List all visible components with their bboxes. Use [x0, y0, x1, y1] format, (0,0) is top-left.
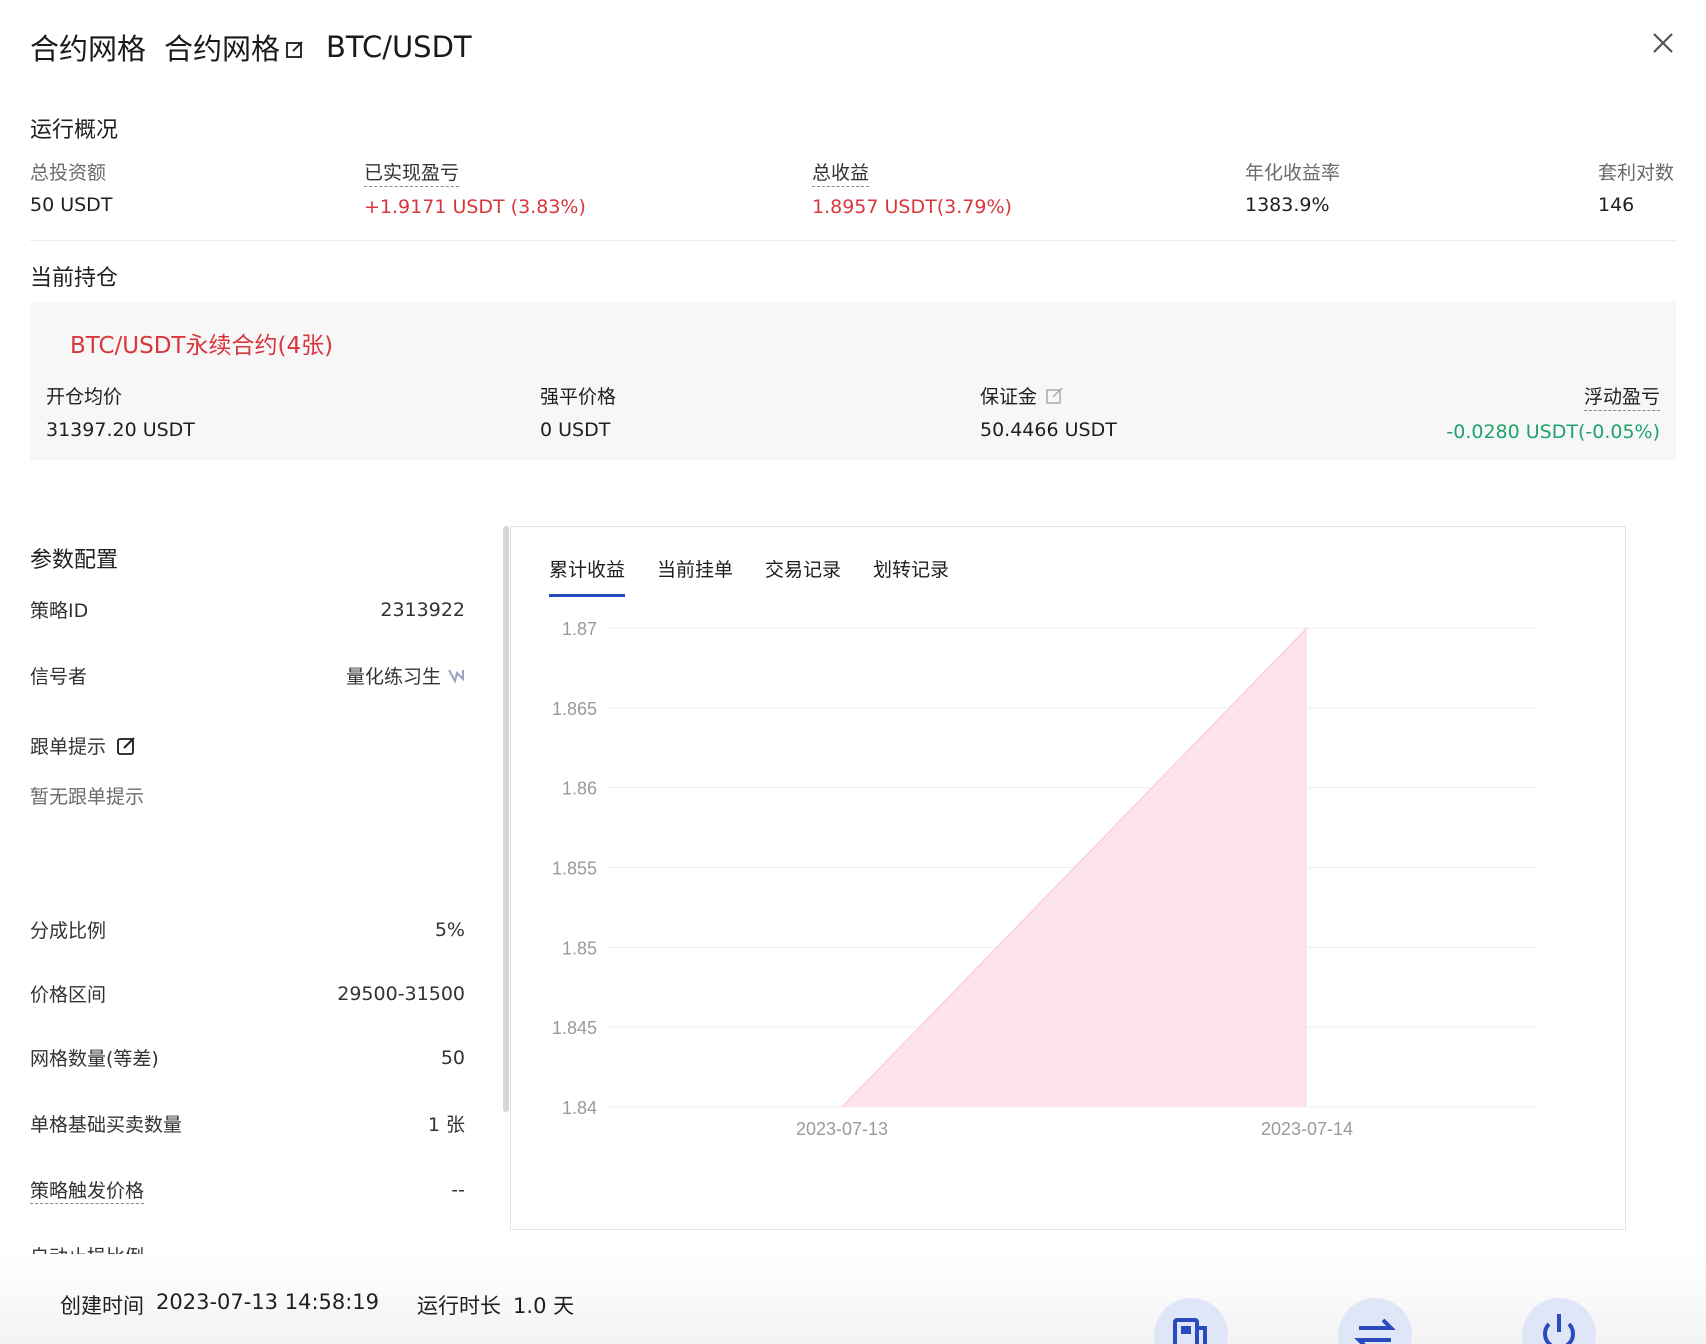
param-label: 分成比例 — [30, 920, 107, 942]
param-value: 29500-31500 — [337, 982, 465, 1005]
param-value: 1 张 — [427, 1114, 465, 1136]
position-value: 50.4466 USDT — [980, 419, 1117, 441]
param-row-signaler: 信号者 量化练习生 — [30, 662, 465, 689]
param-label[interactable]: 策略触发价格 — [30, 1176, 145, 1204]
stat-total-investment: 总投资额 50 USDT — [30, 158, 112, 216]
y-tick-label: 1.84 — [562, 1098, 597, 1118]
params-title: 参数配置 — [30, 548, 119, 573]
strategy-name: 合约网格 — [164, 32, 281, 66]
created-value: 2023-07-13 14:58:19 — [156, 1290, 380, 1314]
footer-bar: 创建时间 2023-07-13 14:58:19 运行时长 1.0 天 — [0, 1254, 1706, 1344]
stat-value: 50 USDT — [30, 194, 113, 216]
y-tick-label: 1.845 — [552, 1018, 597, 1038]
power-icon — [1543, 1314, 1575, 1344]
fuel-icon — [1173, 1318, 1207, 1344]
param-label: 跟单提示 — [30, 736, 107, 758]
edit-name-icon[interactable] — [284, 38, 306, 60]
created-label: 创建时间 — [60, 1294, 144, 1318]
param-label: 单格基础买卖数量 — [30, 1114, 183, 1136]
footer-info: 创建时间 2023-07-13 14:58:19 运行时长 1.0 天 — [60, 1290, 574, 1320]
position-label: 保证金 — [980, 386, 1038, 408]
y-tick-label: 1.855 — [552, 859, 597, 879]
stat-total-profit: 总收益 1.8957 USDT(3.79%) — [812, 158, 1012, 218]
param-row-strategy-id: 策略ID 2313922 — [30, 596, 465, 623]
signaler-badge-icon — [448, 669, 464, 684]
stat-realized-pnl: 已实现盈亏 +1.9171 USDT (3.83%) — [364, 158, 586, 218]
param-label: 策略ID — [30, 600, 89, 622]
page-header: 合约网格 合约网格 BTC/USDT — [30, 26, 472, 68]
position-label: 开仓均价 — [46, 386, 123, 408]
stat-value: 146 — [1598, 194, 1635, 216]
position-margin: 保证金 50.4466 USDT — [980, 382, 1117, 441]
param-value: 2313922 — [380, 598, 465, 621]
transfer-button[interactable] — [1338, 1298, 1412, 1344]
transfer-icon — [1354, 1318, 1396, 1344]
position-label[interactable]: 浮动盈亏 — [1583, 382, 1660, 411]
y-tick-label: 1.86 — [562, 779, 597, 799]
y-tick-label: 1.85 — [562, 938, 597, 958]
position-liquidation-price: 强平价格 0 USDT — [540, 382, 616, 441]
position-title: 当前持仓 — [30, 266, 119, 291]
param-label: 信号者 — [30, 666, 88, 688]
param-row-grid-count: 网格数量(等差) 50 — [30, 1044, 465, 1071]
param-row-follow-tip: 跟单提示 — [30, 732, 465, 759]
fuel-button[interactable] — [1154, 1298, 1228, 1344]
position-label: 强平价格 — [540, 386, 617, 408]
position-contract: BTC/USDT永续合约(4张) — [70, 333, 334, 359]
position-card: BTC/USDT永续合约(4张) 开仓均价 31397.20 USDT 强平价格… — [30, 302, 1676, 460]
param-value: 5% — [434, 918, 465, 941]
stop-button[interactable] — [1522, 1298, 1596, 1344]
stat-label[interactable]: 已实现盈亏 — [364, 158, 460, 187]
profit-chart: 1.87 1.865 1.86 1.855 1.85 1.845 1.84 2023-07-1… — [552, 619, 1537, 1139]
stat-label: 年化收益率 — [1245, 162, 1341, 184]
param-label: 价格区间 — [30, 984, 107, 1006]
param-row-price-range: 价格区间 29500-31500 — [30, 980, 465, 1007]
follow-tip-text: 暂无跟单提示 — [30, 786, 145, 808]
position-value: 0 USDT — [540, 419, 611, 441]
stat-label[interactable]: 总收益 — [812, 158, 870, 187]
signaler-link[interactable]: 量化练习生 — [346, 662, 465, 689]
stat-arbitrage-count: 套利对数 146 — [1598, 158, 1674, 216]
x-tick-label: 2023-07-13 — [796, 1119, 888, 1139]
position-value: 31397.20 USDT — [46, 419, 195, 441]
stat-label: 套利对数 — [1598, 162, 1675, 184]
stat-annual-yield: 年化收益率 1383.9% — [1245, 158, 1340, 216]
y-tick-label: 1.87 — [562, 619, 597, 639]
duration-label: 运行时长 — [417, 1294, 502, 1318]
x-tick-label: 2023-07-14 — [1261, 1119, 1353, 1139]
edit-margin-icon[interactable] — [1045, 386, 1065, 406]
stat-label: 总投资额 — [30, 162, 107, 184]
param-value: -- — [451, 1179, 465, 1201]
edit-follow-tip-icon[interactable] — [116, 735, 138, 757]
close-icon[interactable] — [1646, 26, 1680, 60]
position-avg-price: 开仓均价 31397.20 USDT — [46, 382, 195, 441]
param-label: 网格数量(等差) — [30, 1048, 159, 1070]
stat-value: 1.8957 USDT(3.79%) — [812, 196, 1012, 218]
strategy-type: 合约网格 — [30, 32, 147, 66]
divider — [30, 240, 1676, 241]
stat-value: +1.9171 USDT (3.83%) — [364, 196, 586, 218]
signaler-name: 量化练习生 — [345, 666, 441, 688]
strategy-pair: BTC/USDT — [326, 30, 472, 64]
stat-value: 1383.9% — [1245, 194, 1330, 216]
position-value: -0.0280 USDT(-0.05%) — [1446, 421, 1660, 443]
param-row-follow-tip-value: 暂无跟单提示 — [30, 782, 465, 809]
params-scrollbar[interactable] — [503, 526, 509, 1112]
param-row-grid-quantity: 单格基础买卖数量 1 张 — [30, 1110, 465, 1137]
param-value: 50 — [440, 1046, 465, 1069]
y-tick-label: 1.865 — [552, 699, 597, 719]
param-row-share-ratio: 分成比例 5% — [30, 916, 465, 943]
duration-value: 1.0 天 — [513, 1294, 575, 1318]
params-panel[interactable]: 参数配置 策略ID 2313922 信号者 量化练习生 跟单提示 暂无跟单提示 … — [30, 530, 465, 1256]
chart-card: 累计收益 当前挂单 交易记录 划转记录 1.87 1.865 1.86 1.855 1.… — [510, 526, 1626, 1230]
overview-title: 运行概况 — [30, 118, 119, 143]
position-floating-pnl: 浮动盈亏 -0.0280 USDT(-0.05%) — [1446, 382, 1660, 443]
param-row-trigger-price: 策略触发价格 -- — [30, 1176, 465, 1204]
